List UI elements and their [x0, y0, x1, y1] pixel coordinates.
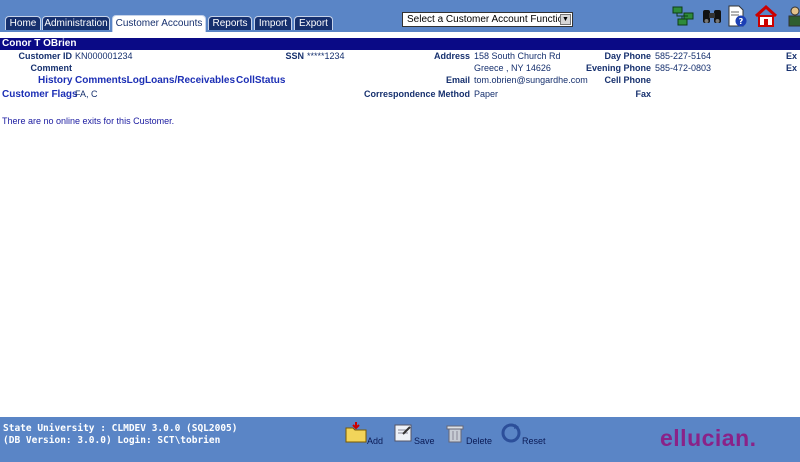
tab-import[interactable]: Import	[254, 16, 292, 30]
reset-button-label: Reset	[522, 436, 546, 446]
help-document-icon[interactable]: ?	[725, 4, 749, 28]
tab-home[interactable]: Home	[5, 16, 41, 30]
customer-account-function-select[interactable]: Select a Customer Account Function ▼	[402, 12, 573, 27]
tree-icon[interactable]	[671, 4, 695, 28]
delete-button[interactable]: Delete	[444, 420, 494, 446]
save-button[interactable]: Save	[392, 420, 436, 446]
customer-flags-link[interactable]: Customer Flags	[2, 89, 78, 101]
coll-status-link[interactable]: CollStatus	[236, 75, 285, 87]
day-phone-label: Day Phone	[604, 51, 651, 61]
tab-customer-accounts[interactable]: Customer Accounts	[112, 15, 206, 32]
extension-label-2: Ex	[786, 63, 798, 73]
home-icon[interactable]	[754, 4, 778, 28]
tab-administration[interactable]: Administration	[42, 16, 110, 30]
customer-flags-value: FA, C	[75, 89, 98, 99]
evening-phone-value: 585-472-0803	[655, 63, 712, 73]
reset-button[interactable]: Reset	[500, 420, 550, 446]
tab-reports[interactable]: Reports	[208, 16, 252, 30]
customer-id-value: KN000001234	[75, 51, 133, 61]
no-exits-message: There are no online exits for this Custo…	[2, 116, 175, 126]
comments-log-link[interactable]: CommentsLog	[75, 75, 145, 87]
extension-label: Ex	[786, 51, 798, 61]
footer-login-info: (DB Version: 3.0.0) Login: SCT\tobrien	[3, 435, 221, 446]
ssn-value: *****1234	[307, 51, 345, 61]
day-phone-value: 585-227-5164	[655, 51, 712, 61]
customer-id-label: Customer ID	[18, 51, 72, 61]
chevron-down-icon[interactable]: ▼	[560, 14, 571, 25]
correspondence-label: Correspondence Method	[363, 89, 470, 99]
delete-button-label: Delete	[466, 436, 493, 446]
add-button-label: Add	[367, 436, 384, 446]
fax-label: Fax	[635, 89, 651, 99]
svg-text:?: ?	[739, 17, 744, 26]
folder-add-icon	[345, 422, 367, 443]
person-icon[interactable]	[783, 4, 800, 28]
trash-icon	[446, 425, 464, 443]
comment-label: Comment	[30, 63, 72, 73]
address-line1: 158 South Church Rd	[474, 51, 561, 61]
function-select-value: Select a Customer Account Function	[407, 14, 569, 25]
tab-export[interactable]: Export	[294, 16, 333, 30]
reset-icon	[501, 423, 521, 443]
footer-system-info: State University : CLMDEV 3.0.0 (SQL2005…	[3, 423, 238, 434]
history-link[interactable]: History	[38, 75, 72, 87]
email-label: Email	[445, 75, 470, 85]
save-button-label: Save	[414, 436, 435, 446]
address-line2: Greece , NY 14626	[474, 63, 551, 73]
ssn-label: SSN	[285, 51, 304, 61]
ellucian-logo: ellucian.	[660, 425, 757, 451]
customer-name-bar: Conor T OBrien	[0, 38, 800, 50]
address-label: Address	[433, 51, 470, 61]
cell-phone-label: Cell Phone	[604, 75, 651, 85]
top-navigation-bar: Home Administration Customer Accounts Re…	[0, 0, 800, 32]
add-button[interactable]: Add	[345, 420, 387, 446]
correspondence-value: Paper	[474, 89, 499, 99]
loans-receivables-link[interactable]: Loans/Receivables	[145, 75, 235, 87]
binoculars-icon[interactable]	[700, 4, 724, 28]
evening-phone-label: Evening Phone	[585, 63, 651, 73]
save-document-icon	[394, 424, 412, 442]
